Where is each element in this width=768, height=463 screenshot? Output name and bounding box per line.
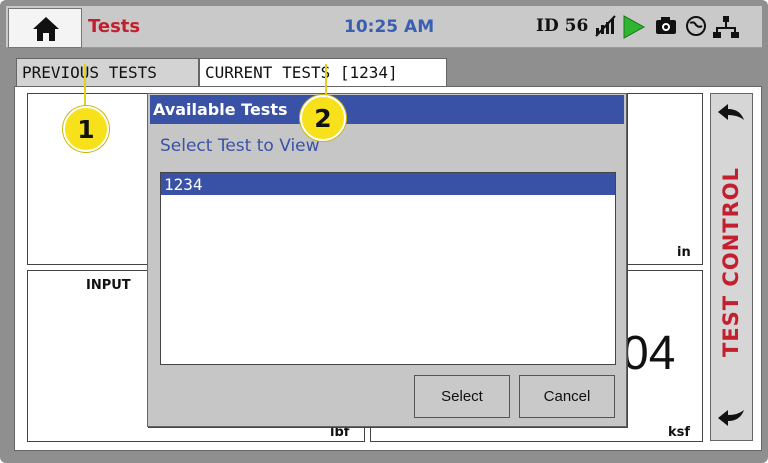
home-icon xyxy=(33,17,59,41)
cancel-button[interactable]: Cancel xyxy=(519,375,615,418)
device-id: ID 56 xyxy=(536,16,589,36)
dialog-title: Available Tests xyxy=(150,95,624,124)
play-icon[interactable] xyxy=(621,14,647,40)
back-arrow-icon[interactable] xyxy=(714,102,748,128)
bottom-left-unit: lbf xyxy=(330,425,350,440)
top-bar: Tests 10:25 AM ID 56 xyxy=(6,6,762,48)
tab-current-tests[interactable]: CURRENT TESTS [1234] xyxy=(199,58,447,86)
camera-icon[interactable] xyxy=(654,14,678,38)
callout-line-2 xyxy=(325,64,327,95)
callout-2: 2 xyxy=(300,95,346,141)
input-label: INPUT xyxy=(86,278,131,293)
forward-arrow-icon[interactable] xyxy=(714,404,748,430)
tests-listbox[interactable] xyxy=(160,172,616,365)
bottom-right-unit: ksf xyxy=(668,425,691,440)
list-item[interactable]: 1234 xyxy=(161,173,615,195)
network-icon[interactable] xyxy=(712,14,740,40)
dialog-prompt: Select Test to View xyxy=(160,136,320,156)
no-signal-icon xyxy=(595,15,616,37)
home-button[interactable] xyxy=(8,8,82,48)
globe-icon[interactable] xyxy=(684,14,708,38)
select-button[interactable]: Select xyxy=(414,375,510,418)
top-right-unit: in xyxy=(677,245,691,260)
tab-previous-tests[interactable]: PREVIOUS TESTS xyxy=(16,58,199,86)
callout-line-1 xyxy=(84,64,86,106)
result-value: 04 xyxy=(622,327,676,380)
callout-1: 1 xyxy=(63,106,109,152)
app-title: Tests xyxy=(88,16,141,37)
clock: 10:25 AM xyxy=(344,17,435,37)
